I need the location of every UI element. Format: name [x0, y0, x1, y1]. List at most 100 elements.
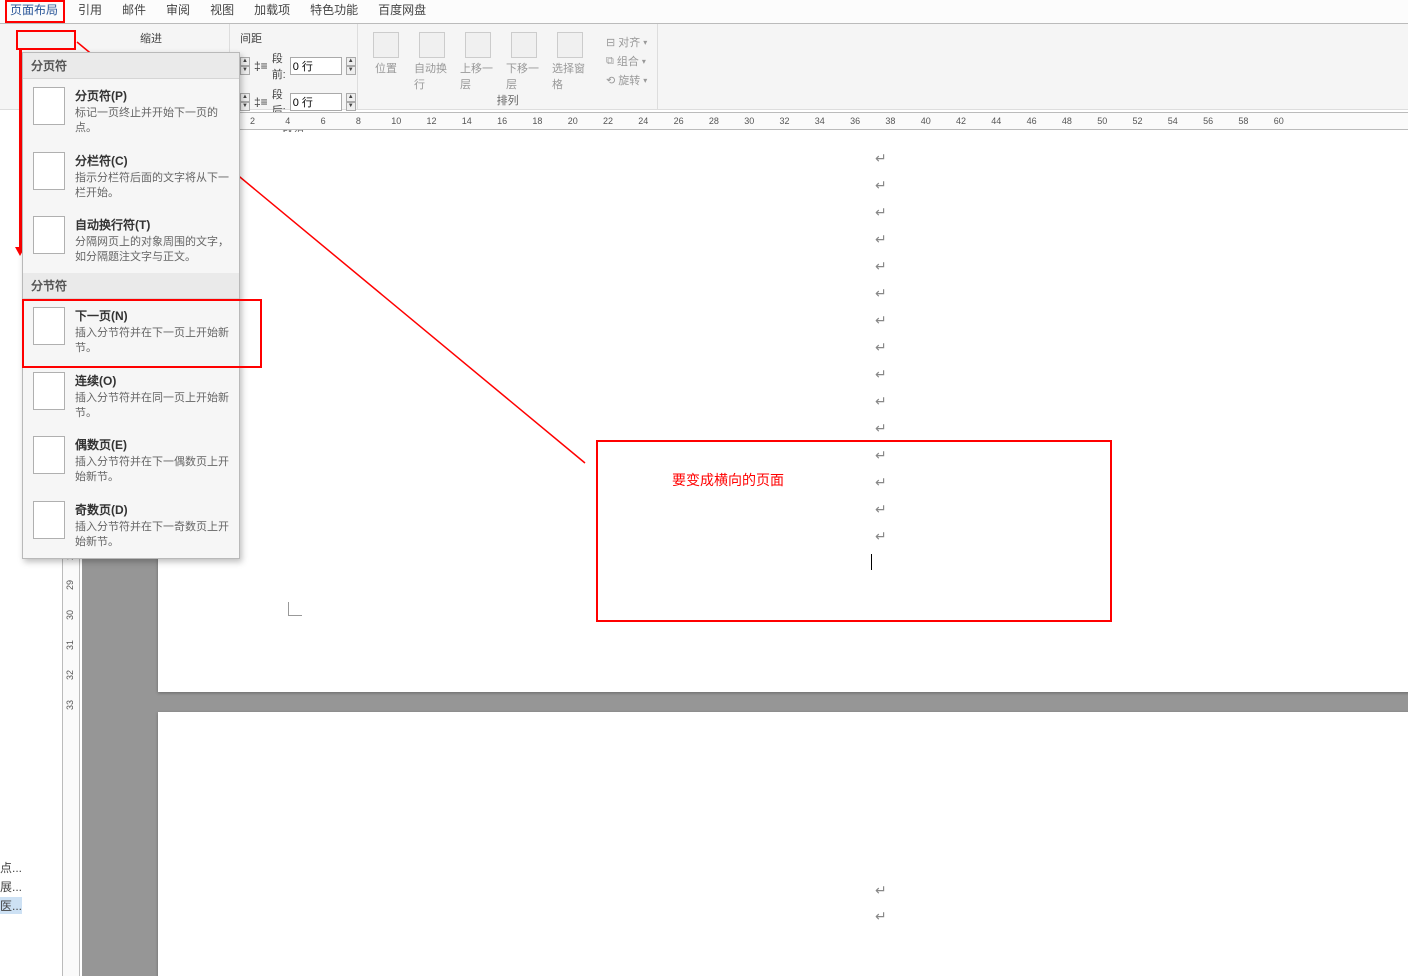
- continuous-icon: [33, 372, 65, 410]
- wrap-button[interactable]: 自动换行: [414, 32, 450, 92]
- paragraph-mark: ↵: [875, 150, 887, 167]
- breaks-dropdown: 分页符 分页符(P) 标记一页终止并开始下一页的点。 分栏符(C) 指示分栏符后…: [22, 52, 240, 559]
- left-truncated-list: 点... 展... 医...: [0, 857, 22, 916]
- sidebar-item[interactable]: 展...: [0, 878, 22, 895]
- tab-references[interactable]: 引用: [68, 0, 112, 23]
- item-desc: 分隔网页上的对象周围的文字，如分隔题注文字与正文。: [75, 235, 229, 265]
- send-backward-button[interactable]: 下移一层: [506, 32, 542, 92]
- ruler-tick: 12: [427, 116, 437, 126]
- rotate-button[interactable]: ⟲旋转▾: [606, 72, 647, 88]
- ribbon-group-spacing: 间距 ▲▼ ‡≡ 段前: ▲▼ ▲▼ ‡≡ 段后: ▲▼ 段落: [230, 24, 358, 109]
- item-column-break[interactable]: 分栏符(C) 指示分栏符后面的文字将从下一栏开始。: [23, 144, 239, 209]
- item-continuous[interactable]: 连续(O) 插入分节符并在同一页上开始新节。: [23, 364, 239, 429]
- position-icon: [373, 32, 399, 58]
- ruler-vtick: 32: [65, 670, 75, 680]
- ruler-tick: 20: [568, 116, 578, 126]
- spin-down[interactable]: ▼: [240, 66, 250, 75]
- sidebar-item[interactable]: 医...: [0, 897, 22, 914]
- ruler-tick: 50: [1097, 116, 1107, 126]
- tab-review[interactable]: 审阅: [156, 0, 200, 23]
- ruler-tick: 26: [674, 116, 684, 126]
- ribbon-group-arrange: 位置 自动换行 上移一层 下移一层 选择窗格 ⊟对齐▾ ⧉组合▾ ⟲旋转▾ 排列: [358, 24, 658, 109]
- selection-icon: [557, 32, 583, 58]
- indent-header: 缩进: [140, 28, 219, 48]
- tab-special[interactable]: 特色功能: [300, 0, 368, 23]
- spin-down[interactable]: ▼: [240, 102, 250, 111]
- ruler-tick: 32: [780, 116, 790, 126]
- item-next-page[interactable]: 下一页(N) 插入分节符并在下一页上开始新节。: [23, 299, 239, 364]
- margin-corner: [288, 602, 302, 616]
- odd-page-icon: [33, 501, 65, 539]
- ruler-tick: 42: [956, 116, 966, 126]
- tab-addons[interactable]: 加载项: [244, 0, 300, 23]
- ruler-tick: 40: [921, 116, 931, 126]
- position-button[interactable]: 位置: [368, 32, 404, 92]
- paragraph-mark: ↵: [875, 204, 887, 221]
- spin-down[interactable]: ▼: [346, 102, 356, 111]
- spin-up[interactable]: ▲: [346, 93, 356, 102]
- ruler-tick: 14: [462, 116, 472, 126]
- ruler-tick: 58: [1238, 116, 1248, 126]
- spin-up[interactable]: ▲: [346, 57, 356, 66]
- horizontal-ruler[interactable]: 2468101214161820222426283032343638404244…: [80, 112, 1408, 130]
- paragraph-mark: ↵: [875, 366, 887, 383]
- spacing-after-input[interactable]: [290, 93, 342, 111]
- item-text-wrap-break[interactable]: 自动换行符(T) 分隔网页上的对象周围的文字，如分隔题注文字与正文。: [23, 208, 239, 273]
- ruler-tick: 48: [1062, 116, 1072, 126]
- group-button[interactable]: ⧉组合▾: [606, 53, 647, 69]
- ruler-tick: 10: [391, 116, 401, 126]
- item-title: 分栏符(C): [75, 152, 229, 169]
- ruler-tick: 60: [1274, 116, 1284, 126]
- annotation-box-page: [596, 440, 1112, 622]
- document-page-2[interactable]: [158, 712, 1408, 976]
- ruler-tick: 56: [1203, 116, 1213, 126]
- align-button[interactable]: ⊟对齐▾: [606, 34, 647, 50]
- tab-baidu-disk[interactable]: 百度网盘: [368, 0, 436, 23]
- ruler-tick: 54: [1168, 116, 1178, 126]
- item-title: 自动换行符(T): [75, 216, 229, 233]
- ruler-tick: 6: [321, 116, 326, 126]
- item-desc: 插入分节符并在下一页上开始新节。: [75, 326, 229, 356]
- wrap-icon: [419, 32, 445, 58]
- spacing-before-input[interactable]: [290, 57, 342, 75]
- tab-page-layout[interactable]: 页面布局: [0, 0, 68, 23]
- paragraph-mark: ↵: [875, 393, 887, 410]
- ruler-tick: 8: [356, 116, 361, 126]
- paragraph-mark: ↵: [875, 339, 887, 356]
- sidebar-item[interactable]: 点...: [0, 859, 22, 876]
- item-desc: 插入分节符并在下一偶数页上开始新节。: [75, 455, 229, 485]
- document-area: ↵↵↵↵↵↵↵↵↵↵↵↵↵↵↵ ↵ ↵ 要变成横向的页面: [82, 132, 1408, 976]
- ruler-tick: 38: [885, 116, 895, 126]
- spin-up[interactable]: ▲: [240, 57, 250, 66]
- item-even-page[interactable]: 偶数页(E) 插入分节符并在下一偶数页上开始新节。: [23, 428, 239, 493]
- ruler-tick: 24: [638, 116, 648, 126]
- tab-view[interactable]: 视图: [200, 0, 244, 23]
- column-break-icon: [33, 152, 65, 190]
- item-odd-page[interactable]: 奇数页(D) 插入分节符并在下一奇数页上开始新节。: [23, 493, 239, 558]
- item-desc: 插入分节符并在下一奇数页上开始新节。: [75, 520, 229, 550]
- even-page-icon: [33, 436, 65, 474]
- paragraph-mark: ↵: [875, 420, 887, 437]
- item-title: 下一页(N): [75, 307, 229, 324]
- ruler-tick: 2: [250, 116, 255, 126]
- item-title: 分页符(P): [75, 87, 229, 104]
- ruler-tick: 28: [709, 116, 719, 126]
- tab-mail[interactable]: 邮件: [112, 0, 156, 23]
- ruler-tick: 34: [815, 116, 825, 126]
- item-title: 奇数页(D): [75, 501, 229, 518]
- text-wrap-icon: [33, 216, 65, 254]
- spin-down[interactable]: ▼: [346, 66, 356, 75]
- ruler-tick: 22: [603, 116, 613, 126]
- item-title: 连续(O): [75, 372, 229, 389]
- spin-up[interactable]: ▲: [240, 93, 250, 102]
- paragraph-mark: ↵: [875, 285, 887, 302]
- item-page-break[interactable]: 分页符(P) 标记一页终止并开始下一页的点。: [23, 79, 239, 144]
- selection-pane-button[interactable]: 选择窗格: [552, 32, 588, 92]
- item-desc: 插入分节符并在同一页上开始新节。: [75, 391, 229, 421]
- paragraph-mark: ↵: [875, 882, 887, 899]
- bring-forward-button[interactable]: 上移一层: [460, 32, 496, 92]
- paragraph-mark: ↵: [875, 312, 887, 329]
- backward-icon: [511, 32, 537, 58]
- dropdown-header-sectionbreaks: 分节符: [23, 273, 239, 299]
- ruler-tick: 30: [744, 116, 754, 126]
